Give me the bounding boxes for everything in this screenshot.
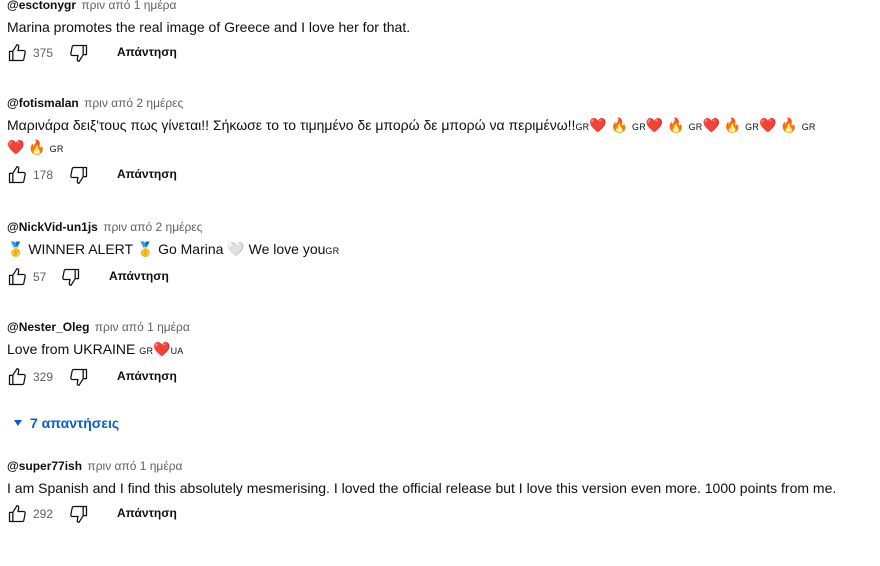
comment-header: @fotismalan πριν από 2 ημέρες <box>7 96 875 110</box>
dislike-button[interactable] <box>69 43 89 63</box>
flag-gr: GR <box>575 122 590 132</box>
fire-emoji: 🔥 <box>610 117 629 133</box>
comment-text: Μαρινάρα δειξ'τους πως γίνεται!! Σήκωσε … <box>7 115 875 159</box>
like-count: 329 <box>33 370 54 384</box>
medal-emoji: 🥇 <box>7 241 25 257</box>
medal-emoji: 🥇 <box>136 241 155 257</box>
reply-button[interactable]: Απάντηση <box>117 167 177 181</box>
comment-actions: 329 Απάντηση <box>7 367 875 387</box>
comment-text: Love from UKRAINE GR❤️UA <box>7 339 875 361</box>
fire-emoji: 🔥 <box>667 117 685 133</box>
comment: @Nester_Oleg πριν από 1 ημέρα Love from … <box>7 320 875 387</box>
author-name[interactable]: @super77ish <box>7 459 82 473</box>
reply-button[interactable]: Απάντηση <box>109 269 169 283</box>
thumbs-up-icon[interactable] <box>7 165 27 185</box>
love-you-text: We love you <box>248 241 326 257</box>
comment-header: @Nester_Oleg πριν από 1 ημέρα <box>7 320 875 334</box>
comment-timestamp[interactable]: πριν από 1 ημέρα <box>87 459 182 473</box>
like-button[interactable]: 375 <box>7 43 53 63</box>
thumbs-down-icon[interactable] <box>61 267 81 287</box>
winner-alert-text: WINNER ALERT <box>28 241 133 257</box>
dislike-button[interactable] <box>69 165 89 185</box>
flag-gr: GR <box>688 122 703 132</box>
dislike-button[interactable] <box>61 267 81 287</box>
comment-header: @NickVid-un1js πριν από 2 ημέρες <box>7 220 875 234</box>
like-button[interactable]: 292 <box>7 504 53 524</box>
author-name[interactable]: @Nester_Oleg <box>7 320 89 334</box>
like-count: 178 <box>33 168 54 182</box>
flag-gr: GR <box>801 122 816 132</box>
caret-down-icon <box>14 420 22 426</box>
white-heart-emoji: 🤍 <box>227 241 245 257</box>
thumbs-up-icon[interactable] <box>7 267 27 287</box>
replies-count-label: 7 απαντήσεις <box>30 415 120 431</box>
like-button[interactable]: 329 <box>7 367 53 387</box>
comment-actions: 57 Απάντηση <box>7 267 875 287</box>
comment-text-main: Love from UKRAINE <box>7 341 136 357</box>
reply-button[interactable]: Απάντηση <box>117 45 177 59</box>
thumbs-up-icon[interactable] <box>7 367 27 387</box>
heart-emoji: ❤️ <box>153 341 171 357</box>
reply-button[interactable]: Απάντηση <box>117 506 177 520</box>
heart-emoji: ❤️ <box>702 117 720 133</box>
fire-emoji: 🔥 <box>28 139 46 155</box>
go-marina-text: Go Marina <box>158 241 224 257</box>
thumbs-up-icon[interactable] <box>7 43 27 63</box>
dislike-button[interactable] <box>69 367 89 387</box>
flag-gr: GR <box>632 122 646 132</box>
heart-emoji: ❤️ <box>589 117 607 133</box>
heart-emoji: ❤️ <box>759 117 777 133</box>
thumbs-down-icon[interactable] <box>69 165 89 185</box>
flag-gr: GR <box>745 122 760 132</box>
view-replies-button[interactable]: 7 απαντήσεις <box>14 415 119 431</box>
comment-actions: 375 Απάντηση <box>7 43 875 63</box>
like-count: 375 <box>33 46 54 60</box>
comment-text: I am Spanish and I find this absolutely … <box>7 480 837 496</box>
fire-emoji: 🔥 <box>723 117 742 133</box>
comment-text: Marina promotes the real image of Greece… <box>7 19 411 35</box>
comment-timestamp[interactable]: πριν από 2 ημέρες <box>103 220 202 234</box>
like-button[interactable]: 178 <box>7 165 53 185</box>
comment-actions: 178 Απάντηση <box>7 165 875 185</box>
comment-header: @esctonygr πριν από 1 ημέρα <box>7 0 875 12</box>
comment-text-main: Μαρινάρα δειξ'τους πως γίνεται!! Σήκωσε … <box>7 117 576 133</box>
comment-actions: 292 Απάντηση <box>7 504 875 524</box>
comment: @fotismalan πριν από 2 ημέρες Μαρινάρα δ… <box>7 96 875 185</box>
heart-emoji: ❤️ <box>7 139 25 155</box>
comment-header: @super77ish πριν από 1 ημέρα <box>7 459 875 473</box>
thumbs-up-icon[interactable] <box>7 504 27 524</box>
author-name[interactable]: @fotismalan <box>7 96 79 110</box>
flag-gr: GR <box>139 346 154 356</box>
comment-timestamp[interactable]: πριν από 1 ημέρα <box>81 0 176 12</box>
dislike-button[interactable] <box>69 504 89 524</box>
comment-text: 🥇 WINNER ALERT 🥇 Go Marina 🤍 We love you… <box>7 239 875 261</box>
thumbs-down-icon[interactable] <box>69 43 89 63</box>
heart-emoji: ❤️ <box>645 117 664 133</box>
flag-ua: UA <box>170 346 184 356</box>
like-button[interactable]: 57 <box>7 267 46 287</box>
comment-timestamp[interactable]: πριν από 1 ημέρα <box>95 320 190 334</box>
flag-gr: GR <box>325 246 340 256</box>
comment: @NickVid-un1js πριν από 2 ημέρες 🥇 WINNE… <box>7 220 875 287</box>
reply-button[interactable]: Απάντηση <box>117 369 177 383</box>
fire-emoji: 🔥 <box>780 117 798 133</box>
author-name[interactable]: @NickVid-un1js <box>7 220 98 234</box>
comment: @esctonygr πριν από 1 ημέρα Marina promo… <box>7 0 875 63</box>
like-count: 57 <box>33 270 47 284</box>
thumbs-down-icon[interactable] <box>69 367 89 387</box>
author-name[interactable]: @esctonygr <box>7 0 76 12</box>
comment: @super77ish πριν από 1 ημέρα I am Spanis… <box>7 459 875 524</box>
comment-timestamp[interactable]: πριν από 2 ημέρες <box>84 96 183 110</box>
flag-gr: GR <box>49 144 64 154</box>
like-count: 292 <box>33 507 54 521</box>
thumbs-down-icon[interactable] <box>69 504 89 524</box>
